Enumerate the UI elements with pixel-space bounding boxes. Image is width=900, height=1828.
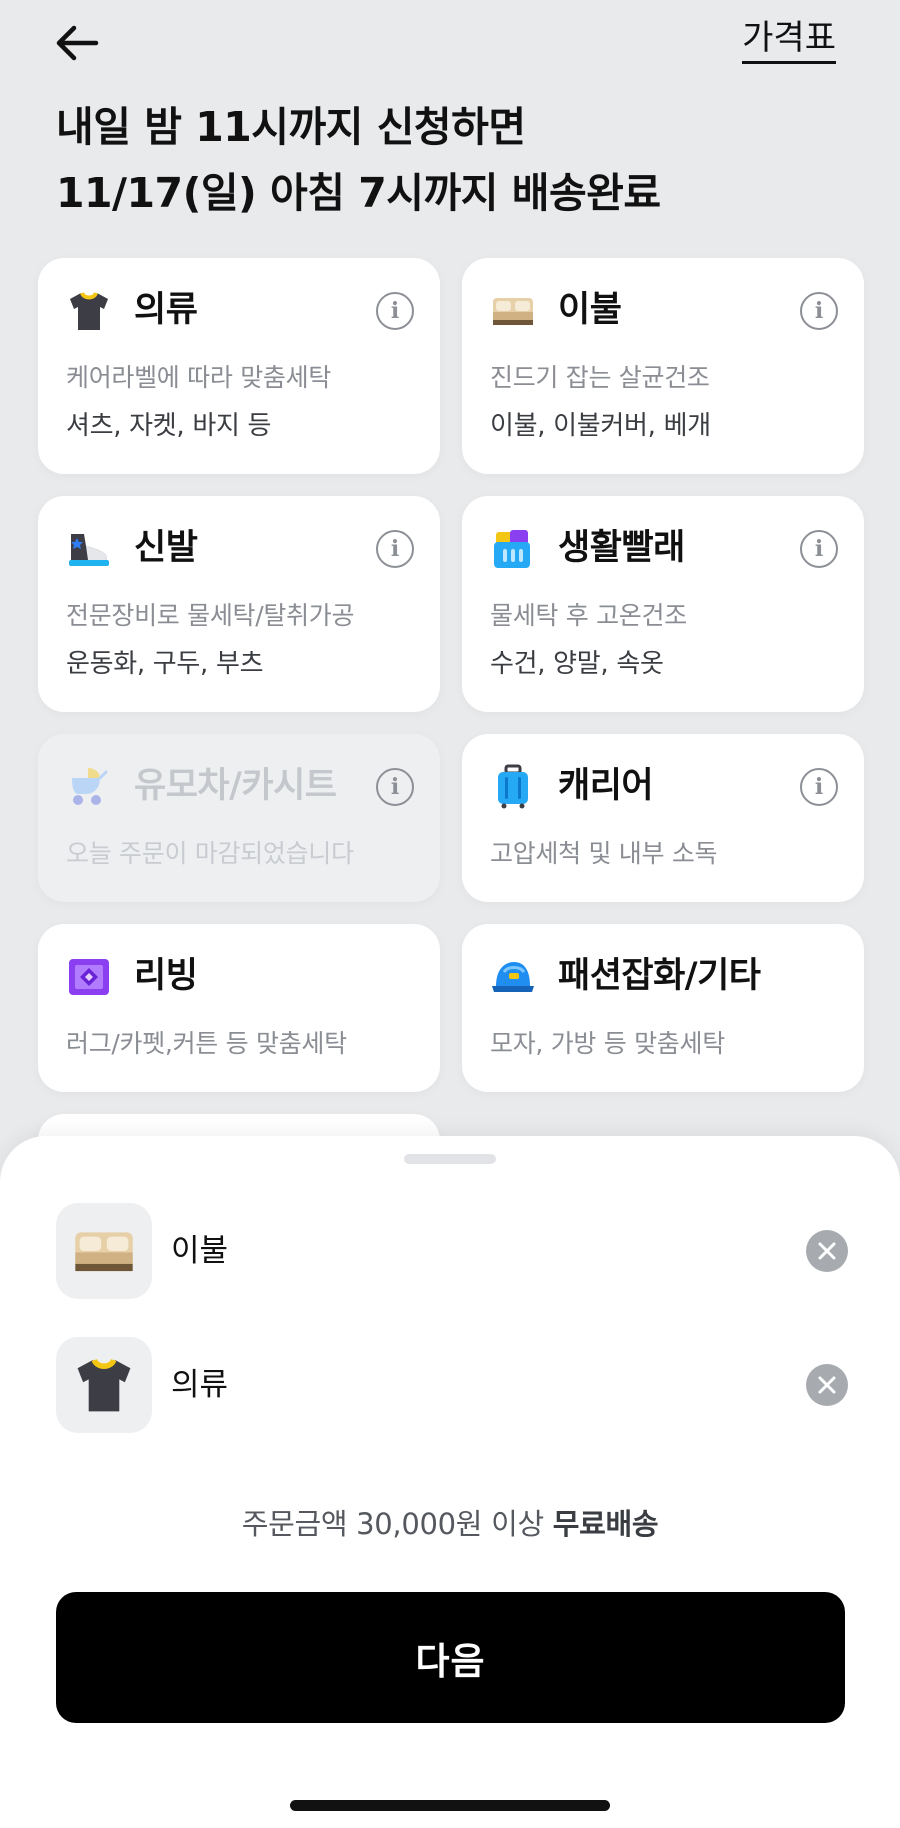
selection-bottom-sheet: 이불 의류 bbox=[0, 1136, 900, 1828]
price-table-link[interactable]: 가격표 bbox=[742, 18, 836, 64]
category-status-closed: 오늘 주문이 마감되었습니다 bbox=[66, 839, 354, 868]
category-title: 생활빨래 bbox=[558, 528, 685, 568]
notice-text: 주문금액 30,000원 이상 bbox=[241, 1507, 553, 1541]
home-indicator bbox=[290, 1800, 610, 1811]
bed-icon bbox=[56, 1203, 152, 1299]
category-card-bedding[interactable]: 이불 i 진드기 잡는 살균건조 이불, 이불커버, 베개 bbox=[462, 258, 864, 474]
category-examples: 운동화, 구두, 부츠 bbox=[66, 649, 264, 679]
tshirt-icon bbox=[56, 1337, 152, 1433]
category-description: 진드기 잡는 살균건조 bbox=[490, 363, 710, 392]
close-icon bbox=[818, 1376, 836, 1394]
headline-line-2: 11/17(일) 아침 7시까지 배송완료 bbox=[56, 169, 661, 217]
sheet-drag-handle[interactable] bbox=[404, 1154, 496, 1164]
selected-item-label: 이불 bbox=[171, 1233, 229, 1269]
category-card-stroller: 유모차/카시트 i 오늘 주문이 마감되었습니다 bbox=[38, 734, 440, 902]
category-description: 러그/카펫,커튼 등 맞춤세탁 bbox=[66, 1029, 347, 1058]
category-title: 리빙 bbox=[134, 956, 198, 996]
category-title: 의류 bbox=[134, 290, 198, 330]
category-card-fashion-goods[interactable]: 패션잡화/기타 모자, 가방 등 맞춤세탁 bbox=[462, 924, 864, 1092]
free-shipping-notice: 주문금액 30,000원 이상 무료배송 bbox=[0, 1504, 900, 1544]
stroller-icon bbox=[66, 764, 112, 810]
info-icon[interactable]: i bbox=[800, 768, 838, 806]
category-title: 캐리어 bbox=[558, 766, 654, 806]
category-description: 고압세척 및 내부 소독 bbox=[490, 839, 718, 868]
selected-item: 이불 bbox=[56, 1203, 848, 1299]
remove-item-button[interactable] bbox=[806, 1230, 848, 1272]
top-bar: 가격표 bbox=[0, 0, 900, 90]
info-icon[interactable]: i bbox=[376, 530, 414, 568]
next-button[interactable]: 다음 bbox=[56, 1592, 845, 1723]
category-card-suitcase[interactable]: 캐리어 i 고압세척 및 내부 소독 bbox=[462, 734, 864, 902]
info-icon[interactable]: i bbox=[800, 292, 838, 330]
info-icon[interactable]: i bbox=[376, 768, 414, 806]
info-icon[interactable]: i bbox=[376, 292, 414, 330]
close-icon bbox=[818, 1242, 836, 1260]
category-examples: 셔츠, 자켓, 바지 등 bbox=[66, 411, 272, 441]
notice-highlight: 무료배송 bbox=[552, 1507, 659, 1541]
category-description: 물세탁 후 고온건조 bbox=[490, 601, 687, 630]
page-title: 내일 밤 11시까지 신청하면 11/17(일) 아침 7시까지 배송완료 bbox=[56, 94, 661, 226]
category-title: 패션잡화/기타 bbox=[558, 956, 761, 996]
laundry-basket-icon bbox=[490, 526, 536, 572]
tshirt-icon bbox=[66, 288, 112, 334]
category-title: 신발 bbox=[134, 528, 198, 568]
category-card-clothing[interactable]: 의류 i 케어라벨에 따라 맞춤세탁 셔츠, 자켓, 바지 등 bbox=[38, 258, 440, 474]
category-description: 전문장비로 물세탁/탈취가공 bbox=[66, 601, 355, 630]
category-description: 케어라벨에 따라 맞춤세탁 bbox=[66, 363, 331, 392]
bed-icon bbox=[490, 288, 536, 334]
suitcase-icon bbox=[490, 764, 536, 810]
category-title: 이불 bbox=[558, 290, 622, 330]
category-card-daily-laundry[interactable]: 생활빨래 i 물세탁 후 고온건조 수건, 양말, 속옷 bbox=[462, 496, 864, 712]
selected-item: 의류 bbox=[56, 1337, 848, 1433]
category-examples: 이불, 이불커버, 베개 bbox=[490, 411, 711, 441]
headline-line-1: 내일 밤 11시까지 신청하면 bbox=[56, 103, 526, 151]
rug-icon bbox=[66, 954, 112, 1000]
remove-item-button[interactable] bbox=[806, 1364, 848, 1406]
category-description: 모자, 가방 등 맞춤세탁 bbox=[490, 1029, 725, 1058]
back-arrow-icon[interactable] bbox=[52, 18, 102, 68]
category-card-shoes[interactable]: 신발 i 전문장비로 물세탁/탈취가공 운동화, 구두, 부츠 bbox=[38, 496, 440, 712]
category-card-living[interactable]: 리빙 러그/카펫,커튼 등 맞춤세탁 bbox=[38, 924, 440, 1092]
info-icon[interactable]: i bbox=[800, 530, 838, 568]
category-examples: 수건, 양말, 속옷 bbox=[490, 649, 664, 679]
category-title: 유모차/카시트 bbox=[134, 766, 337, 806]
cap-icon bbox=[490, 954, 536, 1000]
selected-item-label: 의류 bbox=[171, 1367, 229, 1403]
sneaker-icon bbox=[66, 526, 112, 572]
